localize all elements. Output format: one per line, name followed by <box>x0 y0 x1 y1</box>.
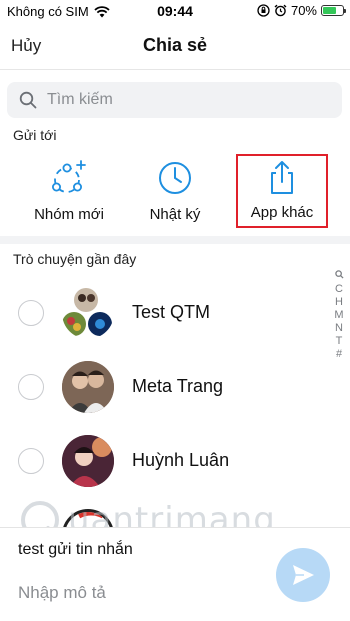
select-radio[interactable] <box>18 448 44 474</box>
target-timeline[interactable]: Nhật ký <box>120 150 230 223</box>
target-label: Nhật ký <box>149 206 201 223</box>
search-box[interactable] <box>7 82 342 118</box>
composer-panel: test gửi tin nhắn <box>0 527 350 621</box>
orientation-lock-icon <box>257 4 270 17</box>
index-letter[interactable]: T <box>332 335 346 348</box>
avatar <box>62 361 114 413</box>
contact-row[interactable]: Huỳnh Luân <box>0 424 330 498</box>
send-icon <box>293 565 314 585</box>
avatar-image <box>62 361 114 413</box>
index-letter[interactable]: # <box>332 348 346 361</box>
target-other-apps[interactable]: App khác <box>236 154 328 228</box>
battery-fill <box>323 7 337 14</box>
index-letter[interactable]: N <box>332 322 346 335</box>
section-divider <box>0 236 350 244</box>
clock-icon <box>159 162 191 194</box>
contact-name: Test QTM <box>132 302 211 322</box>
share-targets: Nhóm mới Nhật ký App khác <box>0 150 350 235</box>
index-letter[interactable]: H <box>332 296 346 309</box>
shared-message: test gửi tin nhắn <box>18 541 133 558</box>
avatar-image <box>77 512 105 519</box>
alarm-icon <box>274 4 287 17</box>
send-to-label: Gửi tới <box>13 127 57 143</box>
new-group-icon <box>52 160 86 193</box>
battery-icon <box>321 5 346 16</box>
nav-bar: Hủy Chia sẻ <box>0 22 350 70</box>
contact-row[interactable]: Meta Trang <box>0 350 330 424</box>
target-label: Nhóm mới <box>34 206 104 223</box>
avatar <box>62 435 114 487</box>
share-icon <box>271 161 293 194</box>
group-avatar-image <box>62 288 112 336</box>
status-bar: Không có SIM 09:44 70% <box>0 0 350 22</box>
index-search-icon[interactable] <box>332 270 346 283</box>
target-label: App khác <box>250 204 314 221</box>
group-avatar <box>62 287 114 339</box>
select-radio[interactable] <box>18 300 44 326</box>
contact-name: Huỳnh Luân <box>132 450 230 470</box>
battery-percent: 70% <box>290 3 317 18</box>
contact-row[interactable] <box>0 498 330 528</box>
avatar <box>62 509 114 528</box>
description-input[interactable] <box>18 583 258 603</box>
target-new-group[interactable]: Nhóm mới <box>14 150 124 223</box>
index-letter[interactable]: C <box>332 283 346 296</box>
avatar-image <box>62 435 114 487</box>
contact-row[interactable]: Test QTM <box>0 276 330 350</box>
search-input[interactable] <box>47 91 317 109</box>
select-radio[interactable] <box>18 374 44 400</box>
search-icon <box>19 91 37 109</box>
page-title: Chia sẻ <box>142 35 208 55</box>
send-button[interactable] <box>276 548 330 602</box>
index-letter[interactable]: M <box>332 309 346 322</box>
status-right: 70% <box>257 3 346 18</box>
alphabet-index[interactable]: C H M N T # <box>332 270 346 361</box>
contact-name: Meta Trang <box>132 376 224 396</box>
recent-label: Trò chuyện gần đây <box>13 251 137 267</box>
